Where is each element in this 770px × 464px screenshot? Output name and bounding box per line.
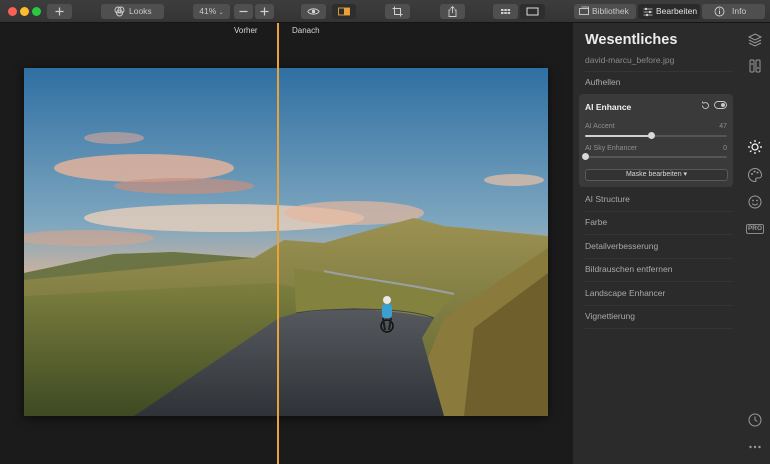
section-detailverbesserung[interactable]: Detailverbesserung (585, 241, 733, 251)
toolbar: Looks 41% ⌄ Bibliothek Bearbeiten Info (0, 0, 770, 23)
section-landscape-enhancer[interactable]: Landscape Enhancer (585, 288, 733, 298)
looks-button[interactable]: Looks (101, 4, 164, 19)
divider (585, 258, 733, 259)
looks-label: Looks (129, 6, 152, 16)
slider-knob[interactable] (648, 132, 656, 139)
divider (585, 281, 733, 282)
info-tab[interactable]: Info (702, 4, 765, 19)
landscape-photo (24, 68, 548, 416)
close-window-button[interactable] (8, 7, 17, 16)
zoom-select[interactable]: 41% ⌄ (193, 4, 230, 19)
panel-title: Wesentliches (585, 32, 678, 48)
ai-accent-label: AI Accent (585, 123, 615, 130)
app-window: Looks 41% ⌄ Bibliothek Bearbeiten Info V… (0, 0, 770, 464)
share-icon (448, 6, 457, 17)
plus-icon (260, 7, 269, 16)
reset-icon[interactable] (701, 101, 709, 110)
eye-icon (307, 8, 320, 15)
more-icon[interactable] (747, 439, 763, 455)
zoom-window-button[interactable] (32, 7, 41, 16)
single-view-button[interactable] (520, 4, 545, 19)
zoom-value: 41% (199, 6, 217, 16)
section-vignettierung[interactable]: Vignettierung (585, 311, 733, 321)
zoom-out-button[interactable] (234, 4, 253, 19)
file-name: david-marcu_before.jpg (585, 55, 675, 65)
edit-tab[interactable]: Bearbeiten (638, 4, 700, 19)
edit-mask-label: Maske bearbeiten (625, 171, 682, 178)
ai-sky-label: AI Sky Enhancer (585, 145, 638, 152)
chevron-down-icon: ⌄ (218, 10, 224, 16)
photo-preview[interactable] (24, 68, 548, 416)
edit-label: Bearbeiten (656, 6, 698, 16)
looks-icon (114, 6, 125, 17)
sun-icon[interactable] (747, 139, 763, 155)
library-tab[interactable]: Bibliothek (574, 4, 636, 19)
section-bildrauschen[interactable]: Bildrauschen entfernen (585, 264, 733, 274)
palette-icon[interactable] (747, 167, 763, 183)
info-icon (714, 6, 725, 17)
ai-enhance-card: AI Enhance AI Accent 47 AI Sky Enhancer … (579, 94, 733, 187)
divider (585, 211, 733, 212)
ai-sky-value: 0 (723, 145, 727, 152)
sliders-icon (643, 7, 653, 17)
tool-rail: PRO (740, 23, 770, 464)
grid-view-button[interactable] (493, 4, 518, 19)
presets-icon[interactable] (747, 58, 763, 74)
section-aufhellen[interactable]: Aufhellen (585, 77, 733, 87)
edit-panel: Wesentliches david-marcu_before.jpg Aufh… (573, 23, 740, 464)
info-label: Info (732, 6, 747, 16)
share-button[interactable] (440, 4, 465, 19)
divider (585, 234, 733, 235)
minimize-window-button[interactable] (20, 7, 29, 16)
before-label: Vorher (234, 26, 258, 35)
slider-fill (585, 135, 652, 137)
minus-icon (239, 10, 248, 13)
face-icon[interactable] (747, 194, 763, 210)
compare-button[interactable] (332, 4, 356, 19)
single-image-icon (526, 7, 539, 16)
ai-accent-slider[interactable] (585, 132, 727, 139)
pro-icon[interactable]: PRO (746, 224, 764, 234)
layers-icon[interactable] (747, 32, 763, 48)
divider (585, 305, 733, 306)
compare-split-handle[interactable] (277, 23, 279, 464)
history-icon[interactable] (747, 412, 763, 428)
ai-sky-slider[interactable] (581, 153, 727, 160)
grid-icon (501, 9, 511, 14)
section-ai-structure[interactable]: AI Structure (585, 194, 733, 204)
toggle-icon[interactable] (714, 101, 727, 109)
preview-button[interactable] (301, 4, 326, 19)
pro-label: PRO (747, 225, 763, 232)
divider (585, 71, 733, 72)
divider (585, 328, 733, 329)
section-farbe[interactable]: Farbe (585, 217, 733, 227)
edit-mask-button[interactable]: Maske bearbeiten ▾ (585, 169, 728, 181)
crop-button[interactable] (385, 4, 410, 19)
split-compare-icon (338, 7, 350, 16)
library-label: Bibliothek (592, 6, 629, 16)
add-image-button[interactable] (47, 4, 72, 19)
ai-enhance-title: AI Enhance (585, 102, 632, 112)
plus-icon (55, 7, 64, 16)
ai-accent-value: 47 (719, 123, 727, 130)
after-label: Danach (292, 26, 320, 35)
slider-knob[interactable] (581, 153, 589, 160)
zoom-in-button[interactable] (255, 4, 274, 19)
library-icon (579, 6, 589, 15)
crop-icon (392, 6, 403, 17)
chevron-down-icon: ▾ (683, 171, 688, 178)
